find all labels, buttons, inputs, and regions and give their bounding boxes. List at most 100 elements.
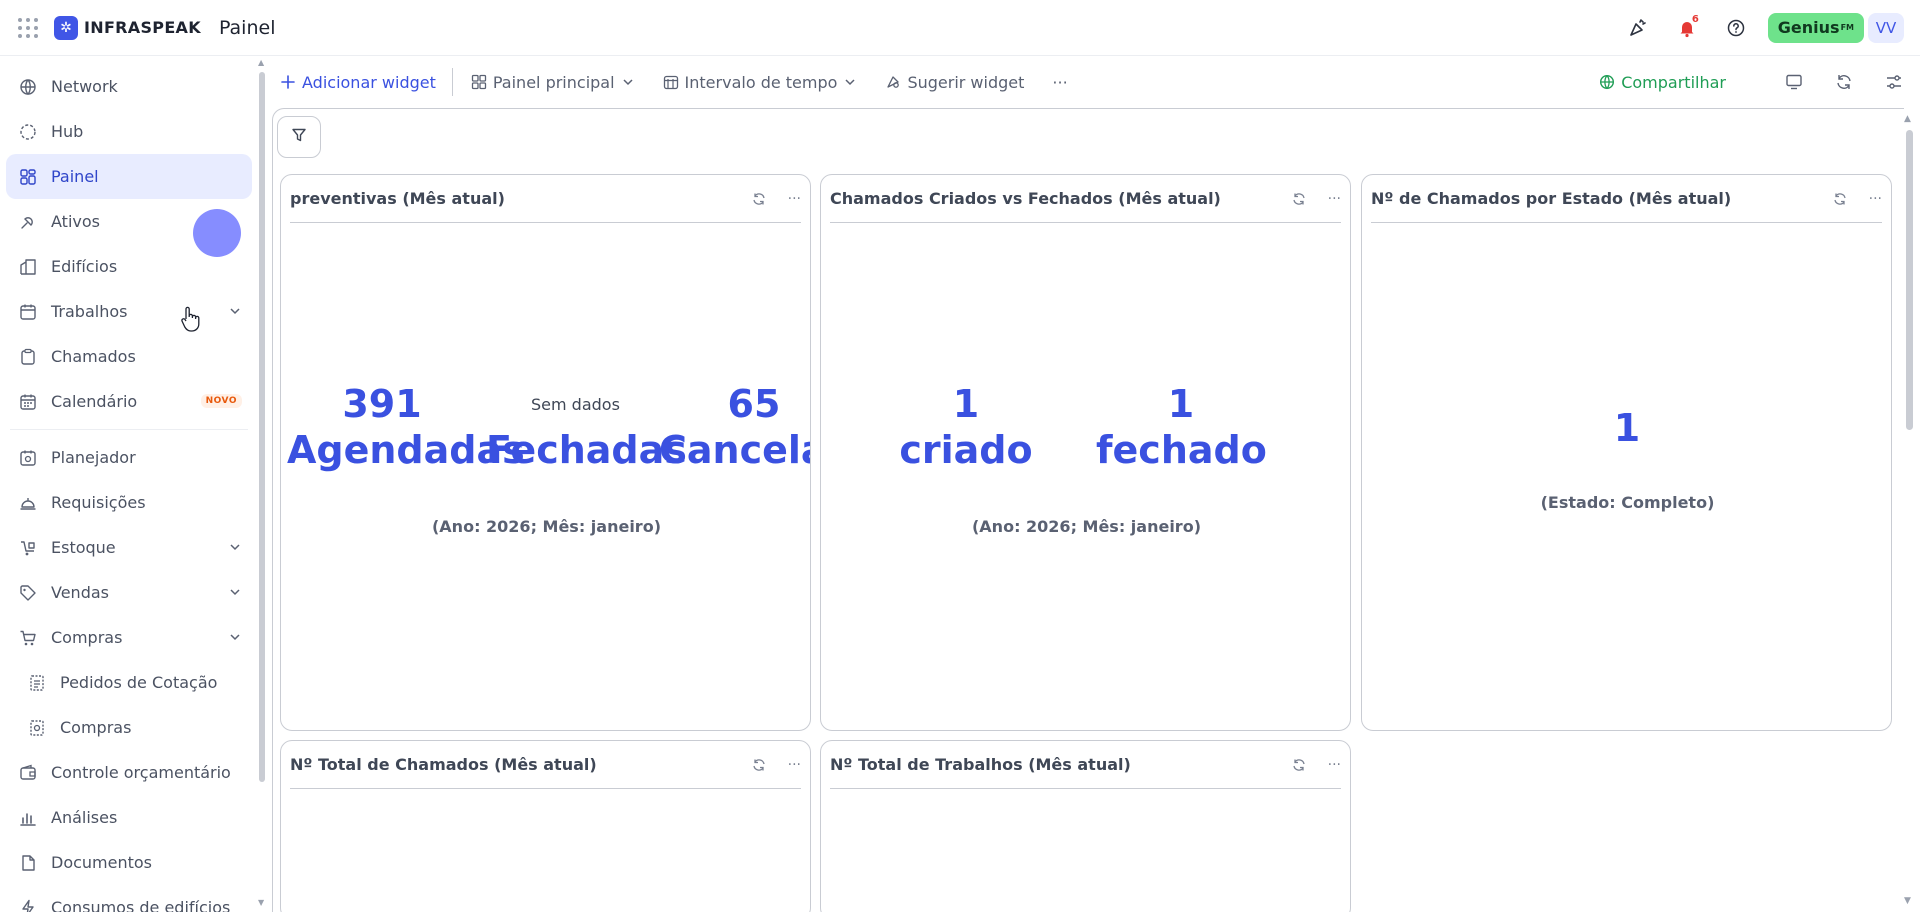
sidebar-item-pedidos-cotacao[interactable]: Pedidos de Cotação [6,660,252,705]
sidebar-scroll-down[interactable]: ▼ [258,898,264,907]
apps-grid-icon[interactable] [18,17,38,38]
metric-value: 1 [1613,406,1641,450]
widget-more-icon[interactable]: ··· [788,757,801,773]
sidebar-item-label: Consumos de edifícios [51,898,231,912]
metric-value: 65 [727,382,781,426]
refresh-icon[interactable] [1832,70,1856,94]
widget-title: Chamados Criados vs Fechados (Mês atual) [830,189,1221,208]
widget-more-icon[interactable]: ··· [788,191,801,207]
chevron-down-icon[interactable] [228,584,242,603]
time-interval-dropdown[interactable]: Intervalo de tempo [663,73,858,92]
sidebar-item-controle-orcamentario[interactable]: Controle orçamentário [6,750,252,795]
calendar-jobs-icon [19,303,37,321]
clipboard-icon [19,348,37,366]
widget-total-jobs[interactable]: Nº Total de Trabalhos (Mês atual) ··· [820,740,1351,912]
sidebar-item-documentos[interactable]: Documentos [6,840,252,885]
widget-actions: ··· [730,757,801,773]
sidebar-item-trabalhos[interactable]: Trabalhos [6,289,252,334]
widget-header: preventivas (Mês atual) ··· [290,175,801,223]
widget-more-icon[interactable]: ··· [1328,191,1341,207]
sidebar-item-compras[interactable]: Compras [6,615,252,660]
sidebar-item-label: Pedidos de Cotação [60,673,218,692]
widget-title: Nº Total de Trabalhos (Mês atual) [830,755,1131,774]
sidebar-scrollbar[interactable] [259,72,265,782]
sidebar-item-label: Documentos [51,853,153,872]
main-panel-label: Painel principal [492,72,615,92]
widget-actions: ··· [1270,757,1341,773]
widget-title: preventivas (Mês atual) [290,189,505,208]
sidebar-list: Network Hub Painel Ativos Edifícios Trab… [6,64,252,912]
widget-created-vs-closed[interactable]: Chamados Criados vs Fechados (Mês atual)… [820,174,1351,731]
chevron-down-icon[interactable] [228,539,242,558]
widget-title: Nº Total de Chamados (Mês atual) [290,755,597,774]
widget-refresh-icon[interactable] [1292,758,1306,772]
filter-button[interactable] [277,116,321,158]
sidebar-item-estoque[interactable]: Estoque [6,525,252,570]
quote-icon [28,674,46,692]
widget-period: (Ano: 2026; Mês: janeiro) [431,517,661,536]
chevron-down-icon[interactable] [228,303,242,322]
widget-more-icon[interactable]: ··· [1328,757,1341,773]
stock-icon [19,539,37,557]
sidebar-scroll-up[interactable]: ▲ [258,58,264,67]
sidebar-item-label: Compras [60,718,132,737]
sidebar-item-label: Hub [51,122,84,141]
purchases-icon [28,719,46,737]
party-popper-icon[interactable] [1620,10,1656,46]
cart-icon [19,629,37,647]
sidebar-item-label: Compras [51,628,123,647]
wallet-icon [19,764,37,782]
logo[interactable]: ✲ INFRASPEAK [54,15,201,40]
sidebar-item-label: Trabalhos [51,302,128,321]
widget-actions: ··· [1270,191,1341,207]
share-button[interactable]: Compartilhar [1599,73,1726,92]
sidebar-item-hub[interactable]: Hub [6,109,252,154]
monitor-icon[interactable] [1782,70,1806,94]
help-icon[interactable] [1718,10,1754,46]
main-scrollbar[interactable] [1906,130,1913,430]
sidebar-item-vendas[interactable]: Vendas [6,570,252,615]
widget-preventivas[interactable]: preventivas (Mês atual) ··· 391 Agendada… [280,174,811,731]
page-title: Painel [218,16,276,39]
sidebar-item-label: Painel [51,167,99,186]
settings-sliders-icon[interactable] [1882,70,1906,94]
top-right-actions: 6 Genius FM VV [1607,10,1904,46]
widget-calls-by-state[interactable]: Nº de Chamados por Estado (Mês atual) ··… [1361,174,1892,731]
widget-actions: ··· [730,191,801,207]
genius-button[interactable]: Genius FM [1767,12,1864,43]
sidebar-item-planejador[interactable]: Planejador [6,435,252,480]
toolbar-more-button[interactable]: ··· [1052,73,1067,92]
assets-icon [19,213,37,231]
sidebar-item-label: Análises [51,808,118,827]
widget-refresh-icon[interactable] [1833,192,1847,206]
share-label: Compartilhar [1621,72,1726,92]
sidebar-item-requisicoes[interactable]: Requisições [6,480,252,525]
add-widget-button[interactable]: Adicionar widget [280,73,436,92]
sidebar-item-network[interactable]: Network [6,64,252,109]
sidebar-item-consumos-edificios[interactable]: Consumos de edifícios [6,885,252,912]
sidebar-item-label: Estoque [51,538,116,557]
sidebar-item-painel[interactable]: Painel [6,154,252,199]
sidebar-item-analises[interactable]: Análises [6,795,252,840]
avatar[interactable]: VV [1868,12,1904,43]
sidebar-item-label: Chamados [51,347,136,366]
sidebar-item-chamados[interactable]: Chamados [6,334,252,379]
main-scroll-down[interactable]: ▼ [1904,896,1911,906]
plus-icon [280,74,296,90]
widget-refresh-icon[interactable] [752,192,766,206]
widget-total-calls[interactable]: Nº Total de Chamados (Mês atual) ··· [280,740,811,912]
widget-refresh-icon[interactable] [752,758,766,772]
suggest-icon [885,74,901,90]
notifications-bell-icon[interactable]: 6 [1669,10,1705,46]
main-scroll-up[interactable]: ▲ [1904,114,1911,124]
sidebar-item-calendario[interactable]: Calendário NOVO [6,379,252,424]
sidebar-item-compras-sub[interactable]: Compras [6,705,252,750]
hub-icon [19,123,37,141]
chevron-down-icon[interactable] [228,629,242,648]
main-panel-dropdown[interactable]: Painel principal [471,73,635,92]
metric-value: 391 [342,382,422,426]
suggest-widget-button[interactable]: Sugerir widget [885,73,1024,92]
metric-label: Cancelad [659,428,810,472]
widget-refresh-icon[interactable] [1292,192,1306,206]
widget-more-icon[interactable]: ··· [1869,191,1882,207]
